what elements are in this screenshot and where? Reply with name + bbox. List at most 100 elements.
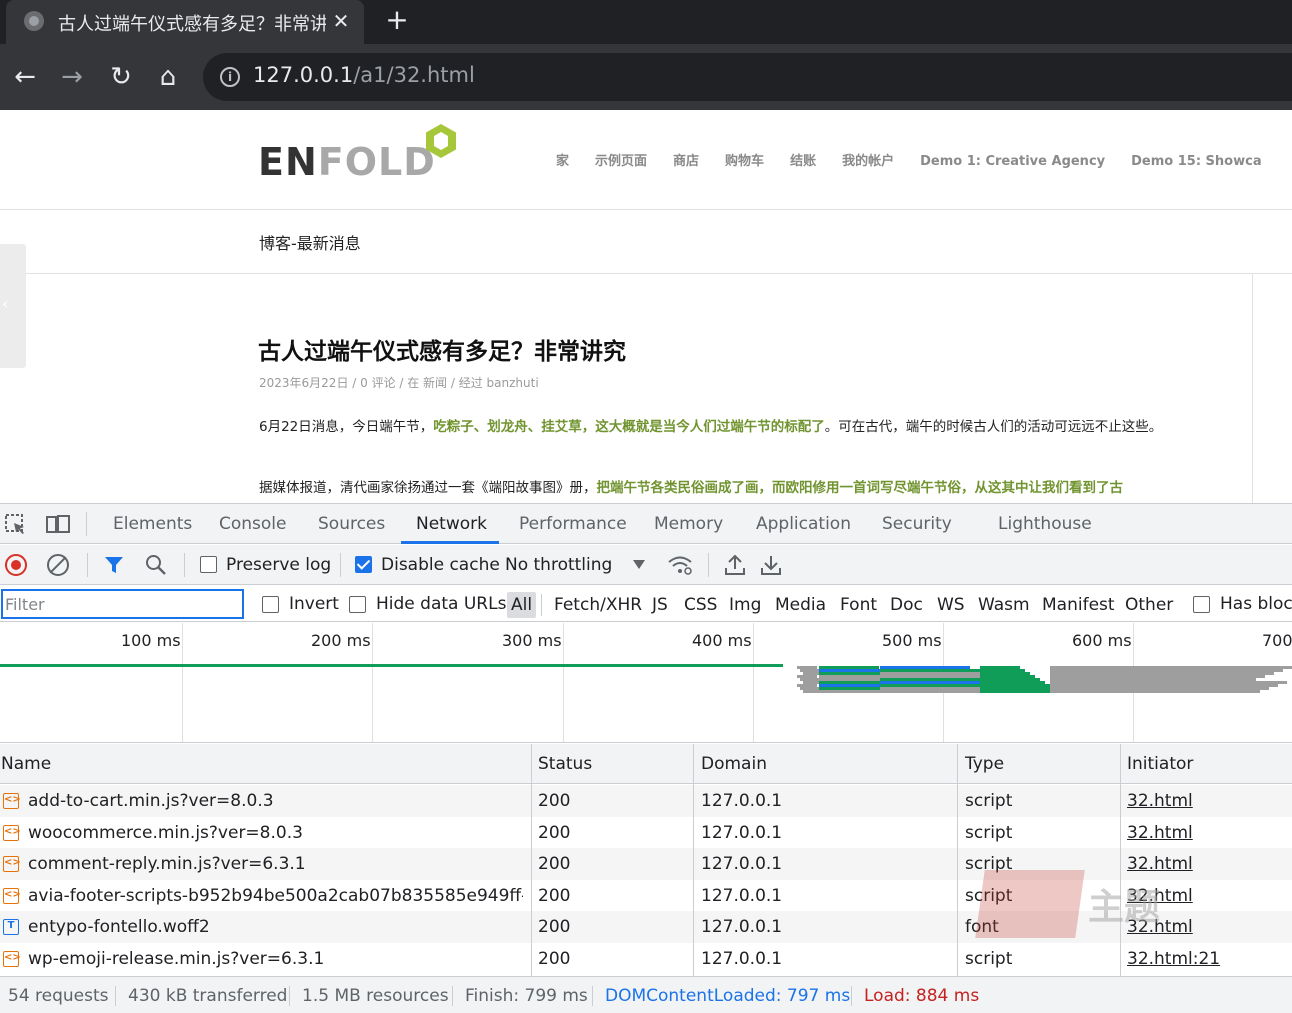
cell-initiator-link[interactable]: 32.html bbox=[1127, 823, 1193, 843]
active-tab-indicator bbox=[401, 541, 499, 544]
divider bbox=[87, 553, 88, 577]
timeline-tick-label: 400 ms bbox=[692, 631, 752, 650]
tab-security[interactable]: Security bbox=[882, 514, 952, 534]
timeline-gridline bbox=[182, 623, 183, 742]
filter-input[interactable] bbox=[1, 589, 244, 619]
summary-transferred: 430 kB transferred bbox=[128, 986, 288, 1006]
column-divider[interactable] bbox=[1120, 744, 1121, 976]
cell-name[interactable]: wp-emoji-release.min.js?ver=6.3.1 bbox=[28, 949, 523, 969]
preserve-log-checkbox[interactable] bbox=[200, 556, 217, 573]
column-header-initiator[interactable]: Initiator bbox=[1127, 754, 1193, 774]
cell-domain: 127.0.0.1 bbox=[701, 917, 783, 937]
forward-arrow-icon[interactable]: → bbox=[55, 60, 89, 94]
throttling-select[interactable]: No throttling bbox=[505, 555, 612, 575]
reload-icon[interactable]: ↻ bbox=[104, 60, 138, 94]
summary-domcontentloaded: DOMContentLoaded: 797 ms bbox=[605, 986, 851, 1006]
table-row[interactable]: <> wp-emoji-release.min.js?ver=6.3.1 200 12… bbox=[0, 943, 1292, 975]
chevron-down-icon[interactable] bbox=[633, 560, 645, 569]
column-header-domain[interactable]: Domain bbox=[701, 754, 767, 774]
table-header: Name Status Domain Type Initiator bbox=[0, 744, 1292, 784]
column-divider[interactable] bbox=[957, 744, 958, 976]
has-blocked-checkbox[interactable] bbox=[1193, 596, 1210, 613]
tab-console[interactable]: Console bbox=[219, 514, 287, 534]
cell-name[interactable]: comment-reply.min.js?ver=6.3.1 bbox=[28, 854, 523, 874]
tab-elements[interactable]: Elements bbox=[113, 514, 192, 534]
type-filter-img[interactable]: Img bbox=[729, 592, 761, 618]
column-header-status[interactable]: Status bbox=[538, 754, 592, 774]
timeline-gridline bbox=[753, 623, 754, 742]
type-filter-manifest[interactable]: Manifest bbox=[1042, 592, 1115, 618]
info-icon[interactable]: i bbox=[220, 67, 240, 87]
close-icon[interactable]: ✕ bbox=[328, 8, 354, 34]
type-filter-media[interactable]: Media bbox=[775, 592, 826, 618]
nav-item-cart[interactable]: 购物车 bbox=[725, 150, 764, 169]
type-filter-js[interactable]: JS bbox=[652, 592, 668, 618]
page-title[interactable]: 博客-最新消息 bbox=[259, 230, 361, 254]
back-arrow-icon[interactable]: ← bbox=[8, 60, 42, 94]
tab-sources[interactable]: Sources bbox=[318, 514, 385, 534]
device-toolbar-icon[interactable] bbox=[46, 513, 70, 535]
import-har-icon[interactable] bbox=[724, 554, 746, 576]
column-divider[interactable] bbox=[531, 744, 532, 976]
nav-item-shop[interactable]: 商店 bbox=[673, 150, 699, 169]
new-tab-button[interactable]: + bbox=[382, 6, 412, 36]
column-header-name[interactable]: Name bbox=[1, 754, 51, 774]
script-file-icon: <> bbox=[3, 950, 21, 967]
nav-item-demo-15[interactable]: Demo 15: Showca bbox=[1131, 154, 1261, 169]
type-filter-other[interactable]: Other bbox=[1125, 592, 1173, 618]
cell-name[interactable]: add-to-cart.min.js?ver=8.0.3 bbox=[28, 791, 523, 811]
invert-checkbox[interactable] bbox=[262, 596, 279, 613]
timeline-tick-label: 300 ms bbox=[502, 631, 562, 650]
site-logo[interactable]: ENFOLD bbox=[258, 140, 436, 184]
clear-button[interactable] bbox=[47, 554, 69, 576]
column-divider[interactable] bbox=[693, 744, 694, 976]
tab-memory[interactable]: Memory bbox=[654, 514, 723, 534]
nav-item-sample-page[interactable]: 示例页面 bbox=[595, 150, 647, 169]
tab-application[interactable]: Application bbox=[756, 514, 851, 534]
p1-text-a: 6月22日消息，今日端午节， bbox=[259, 419, 434, 435]
disable-cache-checkbox[interactable] bbox=[355, 556, 372, 573]
filter-funnel-icon[interactable] bbox=[104, 555, 124, 575]
summary-resources: 1.5 MB resources bbox=[302, 986, 449, 1006]
type-filter-css[interactable]: CSS bbox=[684, 592, 717, 618]
nav-item-home[interactable]: 家 bbox=[556, 150, 569, 169]
url-path: /a1/32.html bbox=[353, 63, 475, 87]
timeline-request-bar bbox=[1050, 690, 1260, 693]
search-icon[interactable] bbox=[145, 554, 167, 576]
table-row[interactable]: <> woocommerce.min.js?ver=8.0.3 200 127.0.0… bbox=[0, 817, 1292, 849]
nav-item-account[interactable]: 我的帐户 bbox=[842, 150, 894, 169]
tab-network[interactable]: Network bbox=[416, 514, 487, 534]
filter-bar: Invert Hide data URLs All Fetch/XHR JS C… bbox=[0, 586, 1292, 622]
nav-item-checkout[interactable]: 结账 bbox=[790, 150, 816, 169]
browser-tab[interactable]: 古人过端午仪式感有多足？非常讲究 ✕ bbox=[6, 0, 364, 44]
tab-lighthouse[interactable]: Lighthouse bbox=[998, 514, 1092, 534]
browser-tab-strip: 古人过端午仪式感有多足？非常讲究 ✕ + bbox=[0, 0, 1292, 44]
cell-type: script bbox=[965, 822, 1013, 843]
prev-post-tab[interactable]: ‹ bbox=[0, 244, 26, 368]
type-filter-wasm[interactable]: Wasm bbox=[978, 592, 1030, 618]
type-filter-fetch-xhr[interactable]: Fetch/XHR bbox=[554, 592, 642, 618]
type-filter-doc[interactable]: Doc bbox=[890, 592, 923, 618]
cell-name[interactable]: woocommerce.min.js?ver=8.0.3 bbox=[28, 823, 523, 843]
address-bar[interactable]: i 127.0.0.1/a1/32.html bbox=[203, 53, 1292, 101]
cell-name[interactable]: avia-footer-scripts-b952b94be500a2cab07b… bbox=[28, 886, 523, 906]
column-header-type[interactable]: Type bbox=[965, 754, 1004, 774]
network-conditions-icon[interactable] bbox=[667, 554, 693, 576]
inspect-element-icon[interactable] bbox=[4, 513, 28, 535]
type-filter-ws[interactable]: WS bbox=[937, 592, 965, 618]
cell-initiator-link[interactable]: 32.html:21 bbox=[1127, 949, 1220, 969]
tab-performance[interactable]: Performance bbox=[519, 514, 627, 534]
hide-data-urls-checkbox[interactable] bbox=[349, 596, 366, 613]
export-har-icon[interactable] bbox=[760, 554, 782, 576]
type-filter-font[interactable]: Font bbox=[840, 592, 877, 618]
table-row[interactable]: <> add-to-cart.min.js?ver=8.0.3 200 127.0.0… bbox=[0, 785, 1292, 817]
nav-item-demo-1[interactable]: Demo 1: Creative Agency bbox=[920, 154, 1105, 169]
has-blocked-label: Has block bbox=[1220, 594, 1292, 614]
network-overview-timeline[interactable]: 100 ms 200 ms 300 ms 400 ms 500 ms 600 m… bbox=[0, 623, 1292, 743]
type-filter-all[interactable]: All bbox=[507, 592, 537, 618]
summary-load: Load: 884 ms bbox=[864, 986, 980, 1006]
home-icon[interactable]: ⌂ bbox=[151, 60, 185, 94]
cell-initiator-link[interactable]: 32.html bbox=[1127, 791, 1193, 811]
record-button[interactable] bbox=[5, 554, 27, 576]
cell-name[interactable]: entypo-fontello.woff2 bbox=[28, 917, 523, 937]
